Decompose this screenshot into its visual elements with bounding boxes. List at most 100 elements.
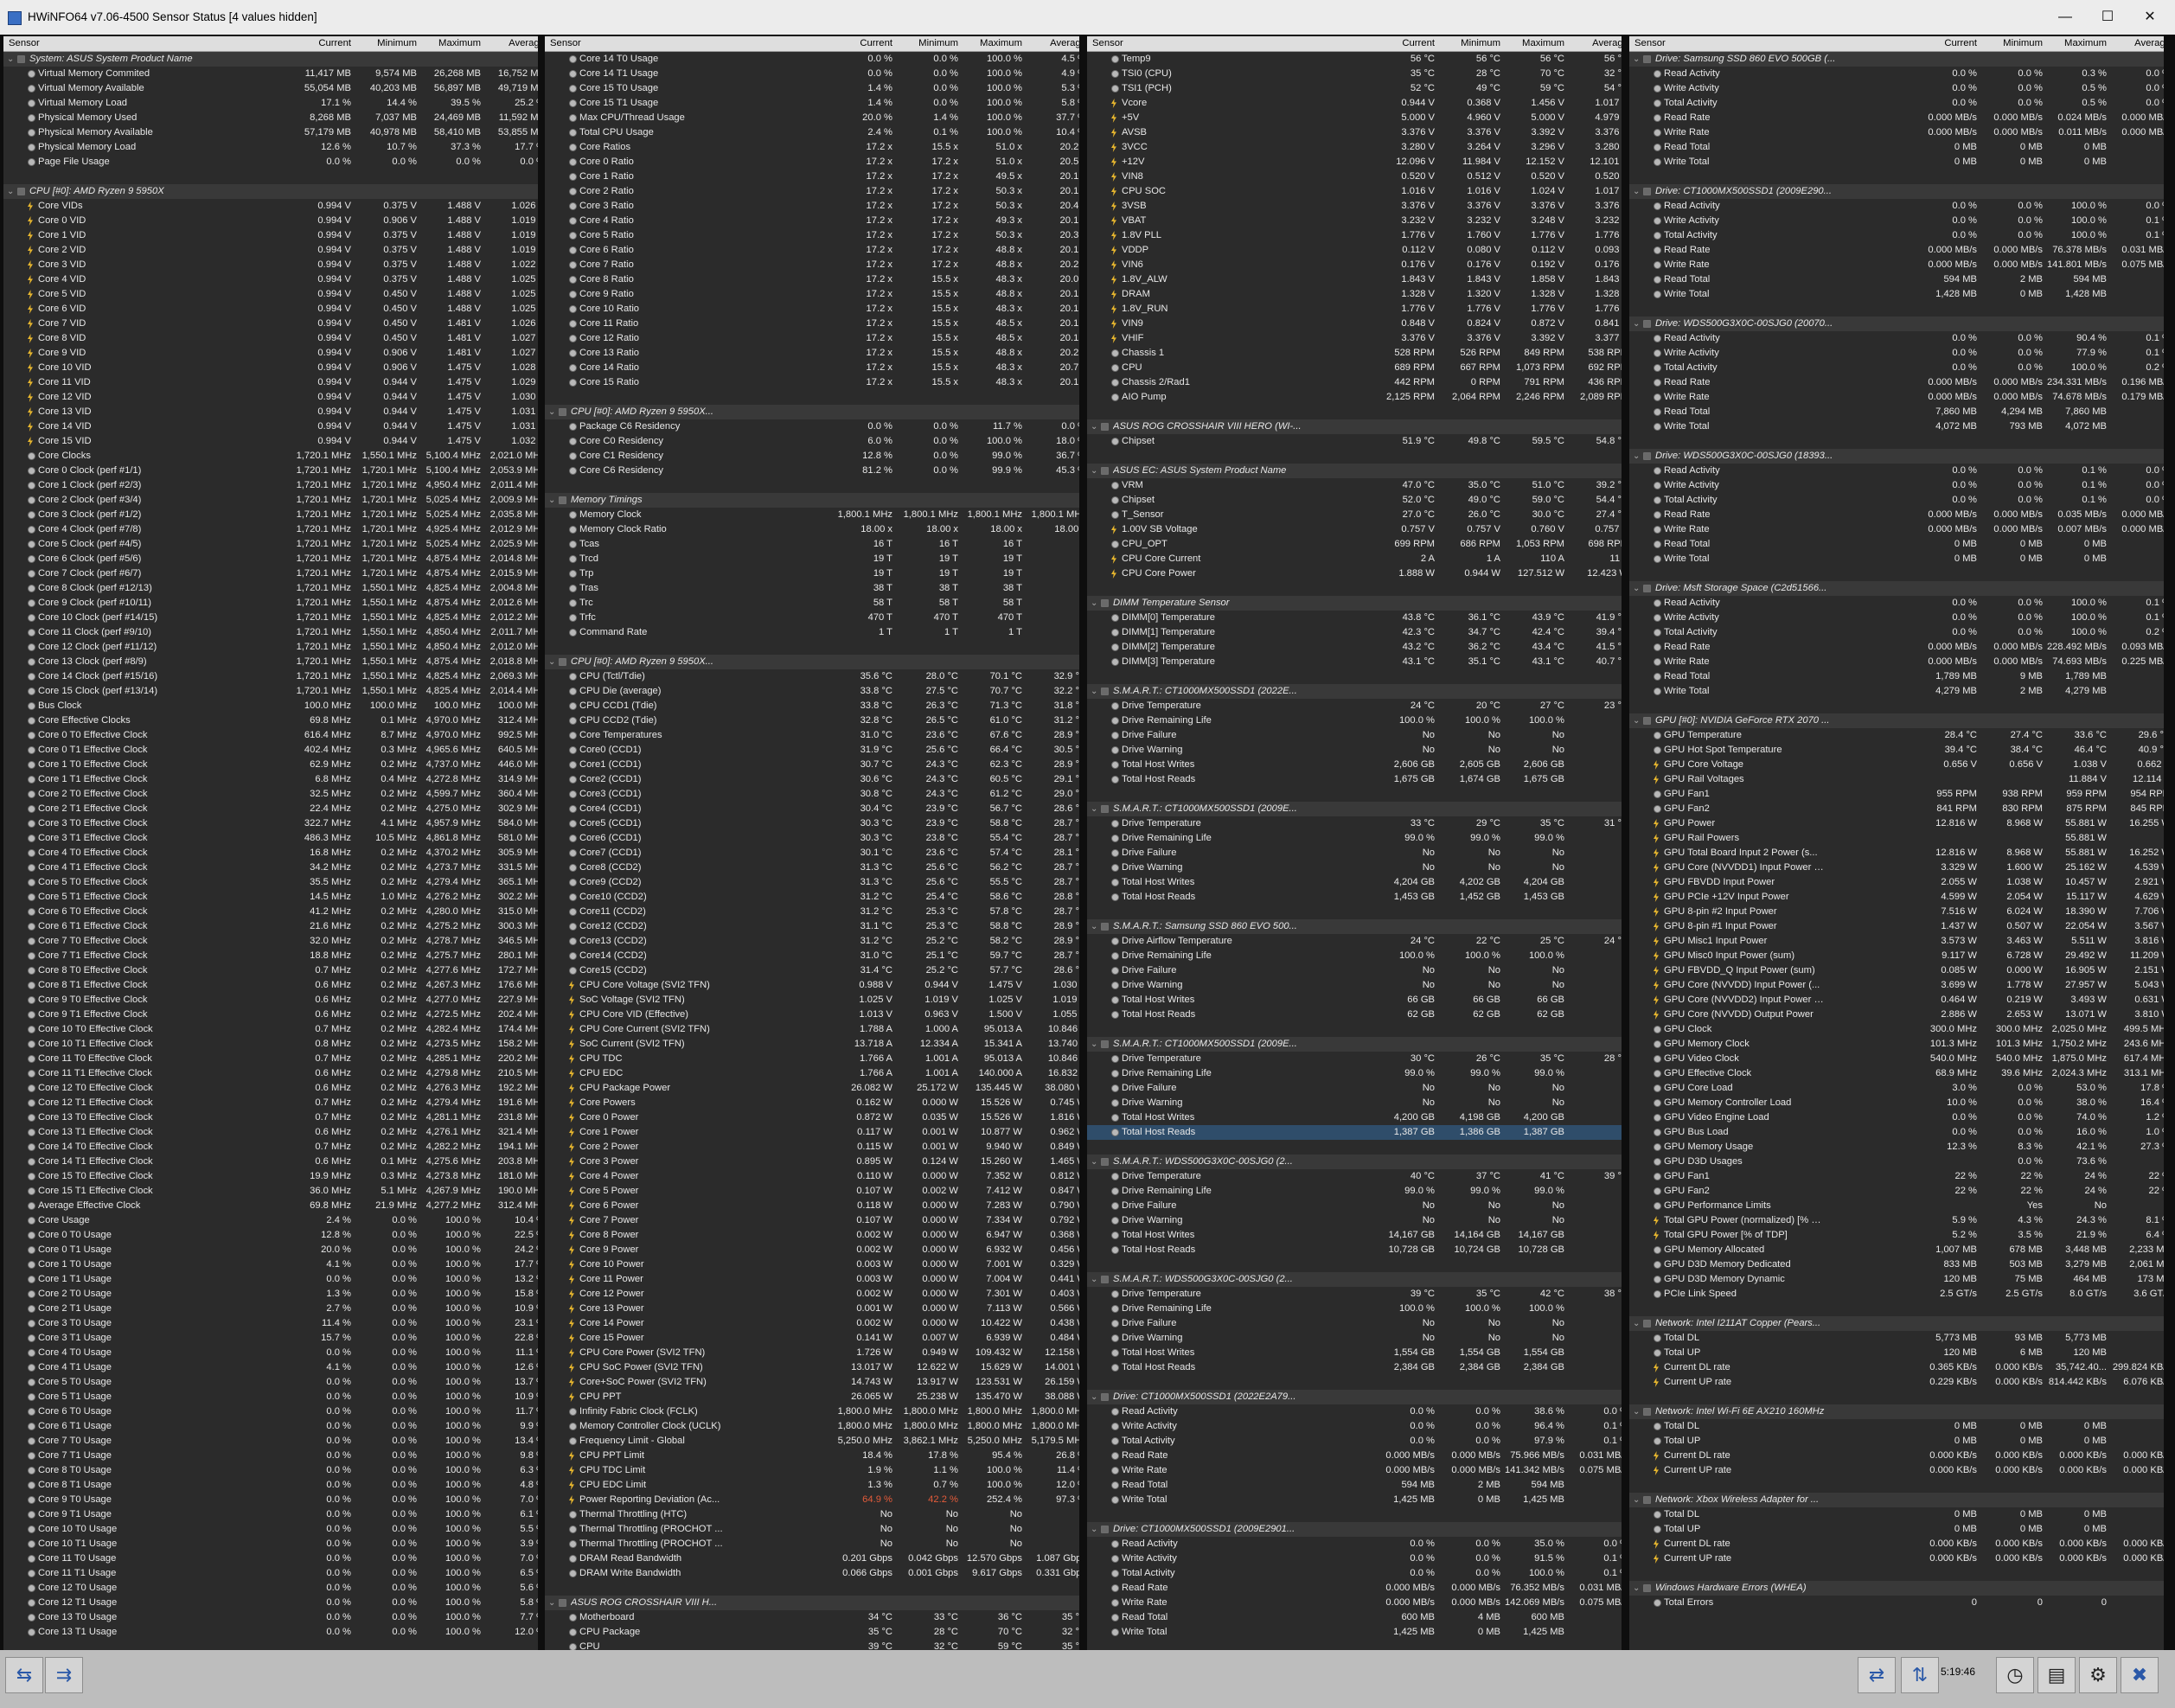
sensor-row[interactable]: Total Activity0.0 %0.0 %100.0 %0.2 % [1629,625,2164,640]
sensor-row[interactable]: Core 12 T0 Effective Clock 0.6 MHz 0.2 MHz… [3,1081,538,1096]
sensor-row[interactable]: CPU Package35 °C28 °C70 °C32 °C [545,1625,1079,1640]
sensor-row[interactable]: Drive Failure No No No [1087,1199,1622,1213]
sensor-row[interactable]: Tcas 16 T 16 T 16 T [545,537,1079,552]
sensor-row[interactable]: TSI1 (PCH)52 °C49 °C59 °C54 °C [1087,81,1622,96]
sensor-column-2[interactable]: SensorCurrentMinimumMaximumAverageCore 1… [545,36,1079,1650]
sensor-row[interactable]: Core 4 T0 Usage0.0 %0.0 %100.0 %11.1 % [3,1346,538,1360]
sensor-row[interactable]: Total Host Writes 1,554 GB 1,554 GB 1,554 G… [1087,1346,1622,1360]
column-header[interactable]: SensorCurrentMinimumMaximumAverage [1087,36,1622,52]
sensor-row[interactable]: Core 6 VID0.994 V0.450 V1.488 V1.025 V [3,302,538,317]
sensor-row[interactable]: Read Activity0.0 %0.0 %38.6 %0.0 % [1087,1404,1622,1419]
sensor-row[interactable]: Total Activity0.0 %0.0 %100.0 %0.1 % [1087,1566,1622,1581]
sensor-row[interactable]: Total Host Writes 14,167 GB 14,164 GB 14,16… [1087,1228,1622,1243]
sensor-row[interactable]: Core 14 T1 Effective Clock 0.6 MHz 0.1 MHz… [3,1155,538,1169]
sensor-row[interactable]: Core 15 Clock (perf #13/14) 1,720.1 MHz 1,… [3,684,538,699]
sensor-row[interactable]: Total UP 120 MB 6 MB 120 MB [1629,1346,2164,1360]
sensor-row[interactable]: Read Activity0.0 %0.0 %100.0 %0.1 % [1629,596,2164,611]
header-sensor[interactable]: Sensor [550,36,581,51]
sensor-row[interactable]: Core 7 VID0.994 V0.450 V1.481 V1.026 V [3,317,538,331]
sensor-group-header[interactable]: ⌄ S.M.A.R.T.: CT1000MX500SSD1 (2009E... [1087,802,1622,816]
sensor-row[interactable]: Thermal Throttling (HTC) No No No [545,1507,1079,1522]
sensor-row[interactable]: PCIe Link Speed 2.5 GT/s 2.5 GT/s 8.0 GT/s 3… [1629,1287,2164,1302]
sensor-row[interactable]: Memory Clock Ratio 18.00 x 18.00 x 18.00 x1… [545,522,1079,537]
sensor-row[interactable]: Total Errors 0 0 0 [1629,1596,2164,1610]
sensor-row[interactable]: GPU Power12.816 W8.968 W55.881 W16.255 W [1629,816,2164,831]
sensor-row[interactable]: Core 4 T1 Effective Clock 34.2 MHz 0.2 MHz… [3,860,538,875]
sensor-row[interactable]: Core4 (CCD1)30.4 °C23.9 °C56.7 °C28.6 °C [545,802,1079,816]
sensor-row[interactable]: Core 15 T0 Effective Clock 19.9 MHz 0.3 MH… [3,1169,538,1184]
sensor-row[interactable]: Total Activity0.0 %0.0 %100.0 %0.1 % [1629,228,2164,243]
header-current[interactable]: Current [1372,36,1435,51]
sensor-row[interactable]: Frequency Limit - Global 5,250.0 MHz 3,862… [545,1434,1079,1449]
sensor-row[interactable]: Core 6 T1 Effective Clock 21.6 MHz 0.2 MHz… [3,919,538,934]
sensor-row[interactable]: Core 3 Power 0.895 W 0.124 W 15.260 W 1.465 … [545,1155,1079,1169]
sensor-row[interactable]: Write Activity0.0 %0.0 %96.4 %0.1 % [1087,1419,1622,1434]
header-sensor[interactable]: Sensor [9,36,40,51]
sensor-row[interactable]: Core 7 T0 Effective Clock 32.0 MHz 0.2 MHz… [3,934,538,949]
collapse-chevron-icon[interactable]: ⌄ [1633,1316,1641,1331]
sensor-row[interactable]: GPU Clock 300.0 MHz 300.0 MHz 2,025.0 MHz 49… [1629,1022,2164,1037]
sensor-row[interactable]: Core Powers0.162 W0.000 W15.526 W0.745 W [545,1096,1079,1110]
sensor-group-header[interactable]: ⌄ Network: Xbox Wireless Adapter for ... [1629,1493,2164,1507]
sensor-row[interactable]: Motherboard34 °C33 °C36 °C35 °C [545,1610,1079,1625]
sensor-row[interactable]: Core 5 T1 Effective Clock 14.5 MHz 1.0 MHz… [3,890,538,905]
sensor-row[interactable]: Core13 (CCD2) 31.2 °C 25.2 °C 58.2 °C 28.9 °… [545,934,1079,949]
sensor-row[interactable]: Core 5 Clock (perf #4/5) 1,720.1 MHz 1,720… [3,537,538,552]
sensor-row[interactable]: GPU Core Load3.0 %0.0 %53.0 %17.8 % [1629,1081,2164,1096]
sensor-row[interactable]: GPU Effective Clock 68.9 MHz 39.6 MHz 2,024… [1629,1066,2164,1081]
sensor-row[interactable]: 1.00V SB Voltage 0.757 V 0.757 V 0.760 V 0.7… [1087,522,1622,537]
sensor-row[interactable]: Virtual Memory Available 55,054 MB 40,203 … [3,81,538,96]
sensor-row[interactable]: Chipset51.9 °C49.8 °C59.5 °C54.8 °C [1087,434,1622,449]
header-current[interactable]: Current [1915,36,1977,51]
sensor-row[interactable]: Trc 58 T 58 T 58 T [545,596,1079,611]
sensor-row[interactable]: GPU Core (NVVDD1) Input Power (... 3.329 … [1629,860,2164,875]
sensor-row[interactable]: Core 5 T0 Effective Clock 35.5 MHz 0.2 MHz… [3,875,538,890]
sensor-row[interactable]: CPU SOC1.016 V1.016 V1.024 V1.017 V [1087,184,1622,199]
header-sensor[interactable]: Sensor [1634,36,1666,51]
sensor-row[interactable]: Write Total 1,425 MB 0 MB 1,425 MB [1087,1625,1622,1640]
sensor-row[interactable]: Core 9 Ratio17.2 x15.5 x48.8 x20.1 x [545,287,1079,302]
sensor-row[interactable]: Current UP rate 0.000 KB/s 0.000 KB/s 0.000… [1629,1463,2164,1478]
sensor-row[interactable]: Total DL 0 MB 0 MB 0 MB [1629,1419,2164,1434]
sensor-row[interactable]: Read Total 594 MB 2 MB 594 MB [1629,272,2164,287]
sensor-row[interactable]: Core 4 Ratio17.2 x17.2 x49.3 x20.1 x [545,214,1079,228]
sensor-row[interactable]: Core VIDs0.994 V0.375 V1.488 V1.026 V [3,199,538,214]
sensor-row[interactable]: CPU Core Current (SVI2 TFN) 1.788 A 1.000 … [545,1022,1079,1037]
collapse-chevron-icon[interactable]: ⌄ [1091,1155,1099,1169]
sensor-row[interactable]: Core14 (CCD2) 31.0 °C 25.1 °C 59.7 °C 28.7 °… [545,949,1079,963]
header-minimum[interactable]: Minimum [896,36,958,51]
sensor-row[interactable]: Total GPU Power (normalized) [% of T... 5… [1629,1213,2164,1228]
sensor-row[interactable]: Core 15 T1 Usage1.4 %0.0 %100.0 %5.8 % [545,96,1079,111]
sensor-row[interactable]: Core 10 VID0.994 V0.906 V1.475 V1.028 V [3,361,538,375]
sensor-row[interactable]: VHIF3.376 V3.376 V3.392 V3.377 V [1087,331,1622,346]
sensor-row[interactable]: Write Total 4,279 MB 2 MB 4,279 MB [1629,684,2164,699]
sensor-row[interactable]: Drive Failure No No No [1087,728,1622,743]
sensor-row[interactable]: Drive Failure No No No [1087,963,1622,978]
sensor-row[interactable]: Drive Temperature24 °C20 °C27 °C23 °C [1087,699,1622,713]
sensor-row[interactable]: Core 10 T1 Usage0.0 %0.0 %100.0 %3.9 % [3,1537,538,1551]
sensor-row[interactable]: Current UP rate 0.000 KB/s 0.000 KB/s 0.000… [1629,1551,2164,1566]
header-current[interactable]: Current [830,36,892,51]
sensor-row[interactable]: Core 4 Power0.110 W0.000 W7.352 W0.812 W [545,1169,1079,1184]
collapse-chevron-icon[interactable]: ⌄ [1633,317,1641,331]
navigate-back-icon[interactable]: ⇆ [5,1657,43,1693]
sensor-row[interactable]: Max CPU/Thread Usage 20.0 % 1.4 % 100.0 % 37… [545,111,1079,125]
sensor-row[interactable]: 1.8V PLL1.776 V1.760 V1.776 V1.776 V [1087,228,1622,243]
header-minimum[interactable]: Minimum [355,36,417,51]
sensor-row[interactable]: Core 14 T0 Effective Clock 0.7 MHz 0.2 MHz… [3,1140,538,1155]
sensor-row[interactable]: Core 6 Power0.118 W0.000 W7.283 W0.790 W [545,1199,1079,1213]
sensor-row[interactable]: Write Rate 0.000 MB/s 0.000 MB/s 74.678 MB/… [1629,390,2164,405]
sensor-row[interactable]: Drive Temperature30 °C26 °C35 °C28 °C [1087,1052,1622,1066]
sensor-group-header[interactable]: ⌄ Drive: WDS500G3X0C-00SJG0 (18393... [1629,449,2164,464]
sensor-row[interactable]: Write Rate 0.000 MB/s 0.000 MB/s 141.801 MB… [1629,258,2164,272]
collapse-chevron-icon[interactable]: ⌄ [1633,1493,1641,1507]
sensor-row[interactable]: Thermal Throttling (PROCHOT ... No No No [545,1537,1079,1551]
sensor-row[interactable]: Drive Remaining Life 99.0 % 99.0 % 99.0 % [1087,1066,1622,1081]
sensor-row[interactable]: Core 10 Clock (perf #14/15) 1,720.1 MHz 1,… [3,611,538,625]
sensor-row[interactable]: GPU D3D Memory Dedicated 833 MB 503 MB 3,27… [1629,1257,2164,1272]
sensor-row[interactable]: Core Usage2.4 %0.0 %100.0 %10.4 % [3,1213,538,1228]
sensor-row[interactable]: Core 8 T1 Effective Clock 0.6 MHz 0.2 MHz 4… [3,978,538,993]
sensor-row[interactable]: Core7 (CCD1)30.1 °C23.6 °C57.4 °C28.1 °C [545,846,1079,860]
sensor-row[interactable]: Drive Remaining Life 99.0 % 99.0 % 99.0 % [1087,831,1622,846]
sensor-row[interactable]: Total Host Reads 62 GB 62 GB 62 GB [1087,1008,1622,1022]
